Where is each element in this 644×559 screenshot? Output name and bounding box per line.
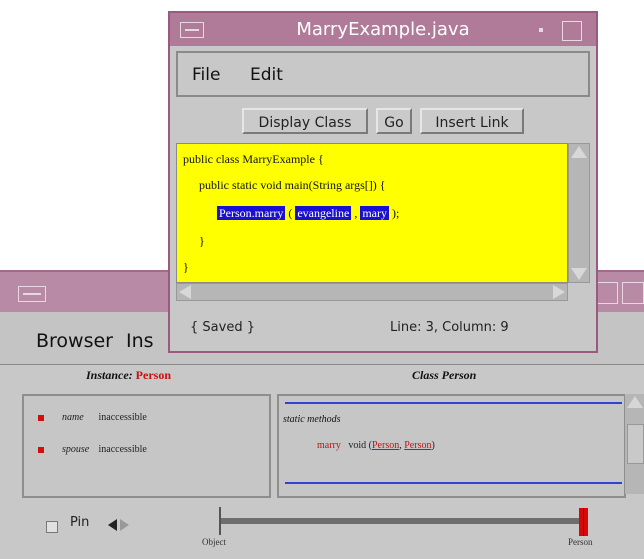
back-arrow-icon[interactable]	[108, 519, 117, 531]
slider-right-label: Person	[568, 537, 593, 547]
pin-label: Pin	[70, 515, 90, 530]
slider-left-label: Object	[202, 537, 226, 547]
editor-menubar: File Edit	[176, 51, 590, 97]
editor-window: MarryExample.java File Edit Display Clas…	[168, 11, 598, 353]
maximize-icon[interactable]	[562, 21, 582, 41]
class-panel: static methods marry void (Person, Perso…	[277, 394, 626, 498]
instance-row[interactable]: spouse inaccessible	[38, 444, 147, 455]
method-name: marry	[317, 440, 341, 451]
code-text: ,	[351, 206, 361, 220]
minimize-icon[interactable]	[532, 21, 550, 39]
param-type-link[interactable]: Person	[372, 440, 399, 451]
insert-link-button[interactable]: Insert Link	[420, 108, 524, 134]
forward-arrow-icon[interactable]	[120, 519, 129, 531]
editor-title-bar[interactable]: MarryExample.java	[170, 13, 596, 46]
argument-link[interactable]: evangeline	[295, 206, 352, 220]
class-header: Class Person	[412, 368, 477, 382]
code-text: (	[285, 206, 296, 220]
code-editor[interactable]: public class MarryExample { public stati…	[176, 143, 568, 283]
divider	[285, 402, 622, 404]
slider-knob[interactable]	[579, 508, 588, 536]
field-value: inaccessible	[98, 412, 147, 423]
menu-browser[interactable]: Browser	[36, 330, 113, 352]
code-vertical-scrollbar[interactable]	[568, 143, 590, 283]
code-line: }	[199, 234, 205, 248]
scroll-thumb[interactable]	[627, 424, 644, 464]
static-methods-label: static methods	[283, 414, 341, 425]
minimize-icon[interactable]	[596, 282, 618, 304]
argument-link[interactable]: mary	[360, 206, 389, 220]
instance-panel: name inaccessible spouse inaccessible	[22, 394, 271, 498]
field-marker-icon	[38, 446, 44, 453]
cursor-position: Line: 3, Column: 9	[390, 320, 509, 335]
menu-file[interactable]: File	[192, 65, 220, 85]
field-value: inaccessible	[98, 444, 147, 455]
code-line: }	[183, 260, 189, 274]
code-line: Person.marry ( evangeline , mary );	[217, 206, 399, 221]
instance-header-value: Person	[135, 368, 171, 382]
method-sig-suffix: )	[431, 440, 435, 451]
class-panel-scrollbar[interactable]	[625, 394, 644, 494]
pin-checkbox[interactable]	[46, 521, 58, 533]
field-name: name	[62, 412, 84, 423]
param-type-link[interactable]: Person	[404, 440, 431, 451]
window-menu-icon[interactable]	[18, 286, 46, 302]
scroll-right-icon[interactable]	[553, 285, 565, 299]
code-horizontal-scrollbar[interactable]	[176, 283, 568, 301]
save-status: { Saved }	[190, 320, 255, 335]
display-class-button[interactable]: Display Class	[242, 108, 368, 134]
menu-edit[interactable]: Edit	[250, 65, 283, 85]
code-line: public static void main(String args[]) {	[199, 178, 386, 192]
maximize-icon[interactable]	[622, 282, 644, 304]
scroll-up-icon[interactable]	[627, 396, 643, 408]
divider	[285, 482, 622, 484]
instance-header: Instance: Person	[86, 368, 171, 383]
field-marker-icon	[38, 414, 44, 421]
scroll-up-icon[interactable]	[571, 146, 587, 158]
scroll-left-icon[interactable]	[179, 285, 191, 299]
scroll-down-icon[interactable]	[571, 268, 587, 280]
menu-instance[interactable]: Ins	[126, 330, 154, 352]
code-line: public class MarryExample {	[183, 152, 324, 166]
code-text: );	[388, 206, 400, 220]
instance-header-label: Instance:	[86, 368, 133, 382]
class-hierarchy-slider[interactable]	[221, 518, 587, 524]
go-button[interactable]: Go	[376, 108, 412, 134]
instance-row[interactable]: name inaccessible	[38, 412, 147, 423]
method-marry[interactable]: marry void (Person, Person)	[317, 440, 435, 451]
method-link[interactable]: Person.marry	[217, 206, 286, 220]
field-name: spouse	[62, 444, 90, 455]
method-sig-prefix: void (	[348, 440, 372, 451]
